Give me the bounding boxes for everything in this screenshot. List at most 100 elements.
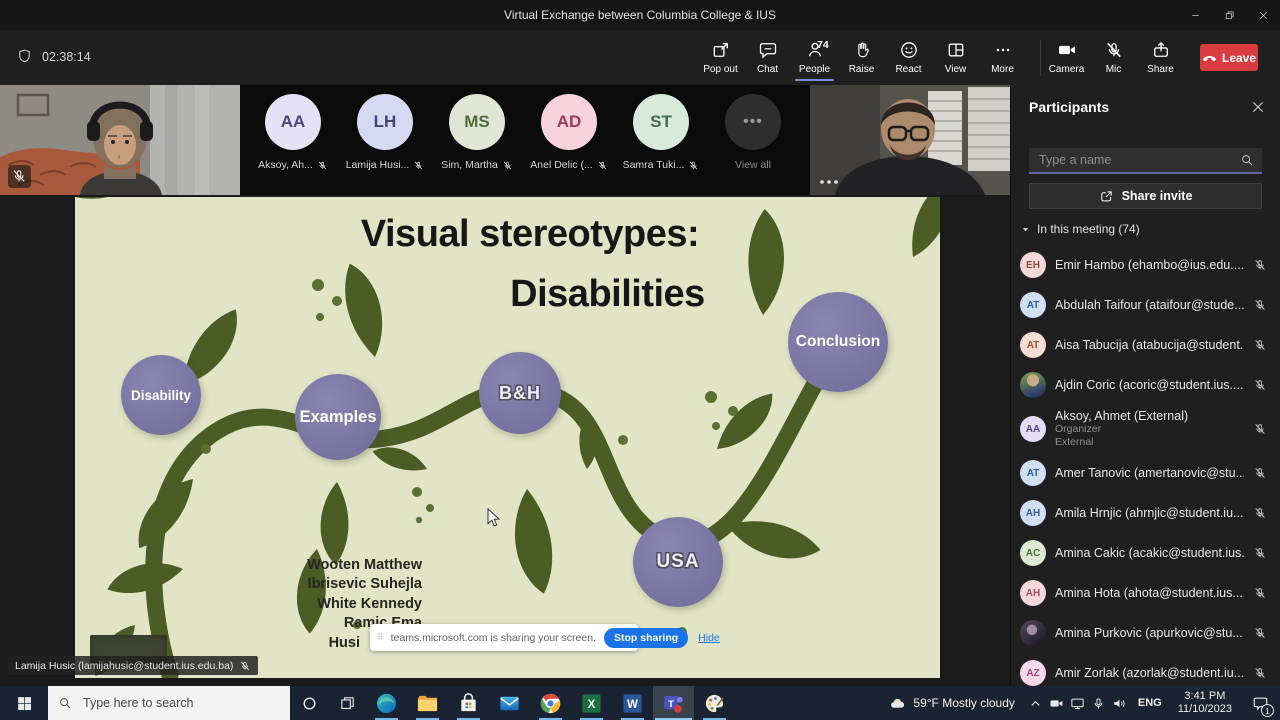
excel-icon: X xyxy=(580,692,603,715)
filmstrip-tile[interactable]: ST Samra Tuki... xyxy=(615,94,707,171)
webcam-video-man xyxy=(810,85,1010,195)
tray-volume-button[interactable] xyxy=(1109,686,1130,720)
file-explorer-icon xyxy=(416,692,439,715)
mic-button[interactable]: Mic xyxy=(1090,34,1137,81)
slide-node-disability: Disability xyxy=(121,355,201,435)
taskbar-app-file-explorer[interactable] xyxy=(407,686,448,720)
participant-row[interactable]: AT Amer Tanovic (amertanovic@stu... xyxy=(1011,453,1280,493)
windows-logo-icon xyxy=(16,695,33,712)
view-button[interactable]: View xyxy=(932,34,979,81)
tray-display-button[interactable] xyxy=(1067,686,1088,720)
system-tray: 59°F Mostly cloudy ENG 3:41 PM 11/10/202… xyxy=(879,686,1280,720)
more-button[interactable]: More xyxy=(979,34,1026,81)
tray-overflow-button[interactable] xyxy=(1025,686,1046,720)
titlebar: Virtual Exchange between Columbia Colleg… xyxy=(0,0,1280,30)
participant-list: EH Emir Hambo (ehambo@ius.edu.... AT Abd… xyxy=(1011,245,1280,686)
hide-banner-link[interactable]: Hide xyxy=(698,632,720,644)
share-invite-icon xyxy=(1099,189,1114,204)
stop-sharing-button[interactable]: Stop sharing xyxy=(604,628,688,648)
participant-search[interactable] xyxy=(1029,148,1262,174)
task-view-button[interactable] xyxy=(328,686,366,720)
participant-row[interactable]: AC Amina Cakic (acakic@student.ius... xyxy=(1011,533,1280,573)
participant-row[interactable]: AZ Amir Zorlak (azorlak@student.iu... xyxy=(1011,653,1280,686)
participant-row[interactable]: EH Emir Hambo (ehambo@ius.edu.... xyxy=(1011,245,1280,285)
share-invite-button[interactable]: Share invite xyxy=(1029,183,1262,209)
slide-node-examples: Examples xyxy=(295,374,381,460)
view-all-tile[interactable]: ••• View all xyxy=(707,94,799,171)
language-indicator[interactable]: ENG xyxy=(1130,697,1170,709)
participant-row[interactable]: AA Aksoy, Ahmet (External) Organizer Ext… xyxy=(1011,405,1280,453)
webcam-video-woman xyxy=(0,85,240,195)
share-button[interactable]: Share xyxy=(1137,34,1184,81)
shared-presentation-slide: Visual stereotypes: Disabilities Disabil… xyxy=(75,197,940,678)
taskbar-app-teams[interactable]: T xyxy=(653,686,694,720)
search-icon xyxy=(58,696,72,710)
participant-name: Amina Purkovic (apurkovic@stu... xyxy=(1055,626,1244,640)
browser-share-banner: ⠿ teams.microsoft.com is sharing your sc… xyxy=(370,624,638,651)
meeting-toolbar: 02:38:14 Pop out Chat 74 People xyxy=(0,30,1280,85)
react-smiley-icon xyxy=(899,40,919,60)
participant-name: Aksoy, Ahmet (External) xyxy=(1055,409,1244,423)
popout-button[interactable]: Pop out xyxy=(697,34,744,81)
restore-button[interactable] xyxy=(1212,0,1246,30)
taskbar-app-store[interactable] xyxy=(448,686,489,720)
minimize-icon xyxy=(1190,10,1201,21)
minimize-button[interactable] xyxy=(1178,0,1212,30)
action-center-button[interactable]: 1 xyxy=(1240,686,1280,720)
share-label: Share xyxy=(1147,64,1174,75)
taskbar-app-mail[interactable] xyxy=(489,686,530,720)
webcam-tile-right[interactable] xyxy=(810,85,1010,195)
close-panel-icon[interactable] xyxy=(1250,99,1266,115)
taskbar-app-excel[interactable]: X xyxy=(571,686,612,720)
participant-row[interactable]: Amina Purkovic (apurkovic@stu... xyxy=(1011,613,1280,653)
meeting-timer-group: 02:38:14 xyxy=(16,48,91,65)
participant-row[interactable]: AT Abdulah Taifour (ataifour@stude... xyxy=(1011,285,1280,325)
participant-search-input[interactable] xyxy=(1037,152,1240,168)
raise-hand-button[interactable]: Raise xyxy=(838,34,885,81)
screen-share-stage: Visual stereotypes: Disabilities Disabil… xyxy=(0,195,1010,686)
leave-button[interactable]: Leave xyxy=(1200,44,1258,71)
taskbar-app-paint[interactable] xyxy=(694,686,735,720)
participant-name: Amina Cakic (acakic@student.ius... xyxy=(1055,546,1244,560)
taskbar-app-chrome[interactable] xyxy=(530,686,571,720)
avatar: LH xyxy=(357,94,413,150)
close-button[interactable] xyxy=(1246,0,1280,30)
start-button[interactable] xyxy=(0,686,48,720)
slide-node-usa: USA xyxy=(633,517,723,607)
mic-muted-icon xyxy=(1253,506,1267,520)
edge-icon xyxy=(375,692,398,715)
chat-icon xyxy=(758,40,778,60)
mic-label: Mic xyxy=(1106,64,1122,75)
participant-row[interactable]: AT Aisa Tabucija (atabucija@student... xyxy=(1011,325,1280,365)
participant-row[interactable]: AH Amina Hota (ahota@student.ius.... xyxy=(1011,573,1280,613)
participant-name: Lamija Husi... xyxy=(346,159,410,171)
tray-mic-button[interactable] xyxy=(1088,686,1109,720)
filmstrip-tile[interactable]: LH Lamija Husi... xyxy=(339,94,431,171)
mic-muted-icon xyxy=(1253,546,1267,560)
taskbar-search[interactable] xyxy=(48,686,290,720)
filmstrip-tile[interactable]: AA Aksoy, Ah... xyxy=(247,94,339,171)
raise-hand-icon xyxy=(852,40,872,60)
window-title: Virtual Exchange between Columbia Colleg… xyxy=(0,8,1280,22)
weather-widget[interactable]: 59°F Mostly cloudy xyxy=(879,695,1025,712)
camera-button[interactable]: Camera xyxy=(1043,34,1090,81)
taskbar-app-word[interactable]: W xyxy=(612,686,653,720)
taskbar-app-edge[interactable] xyxy=(366,686,407,720)
cortana-button[interactable] xyxy=(290,686,328,720)
drag-handle-icon[interactable]: ⠿ xyxy=(377,632,385,643)
svg-text:T: T xyxy=(668,698,674,709)
avatar: ST xyxy=(633,94,689,150)
filmstrip-tile[interactable]: AD Anel Delic (... xyxy=(523,94,615,171)
tray-camera-button[interactable] xyxy=(1046,686,1067,720)
in-meeting-section-header[interactable]: In this meeting (74) xyxy=(1021,222,1140,236)
react-button[interactable]: React xyxy=(885,34,932,81)
webcam-tile-left[interactable] xyxy=(0,85,240,195)
participant-row[interactable]: Ajdin Coric (acoric@student.ius.... xyxy=(1011,365,1280,405)
chat-button[interactable]: Chat xyxy=(744,34,791,81)
taskbar-search-input[interactable] xyxy=(81,695,280,711)
camera-label: Camera xyxy=(1049,64,1085,75)
taskbar-clock[interactable]: 3:41 PM 11/10/2023 xyxy=(1170,690,1240,716)
participant-row[interactable]: AH Amila Hrnjic (ahrnjic@student.iu... xyxy=(1011,493,1280,533)
people-button[interactable]: 74 People xyxy=(791,34,838,81)
filmstrip-tile[interactable]: MS Sim, Martha xyxy=(431,94,523,171)
